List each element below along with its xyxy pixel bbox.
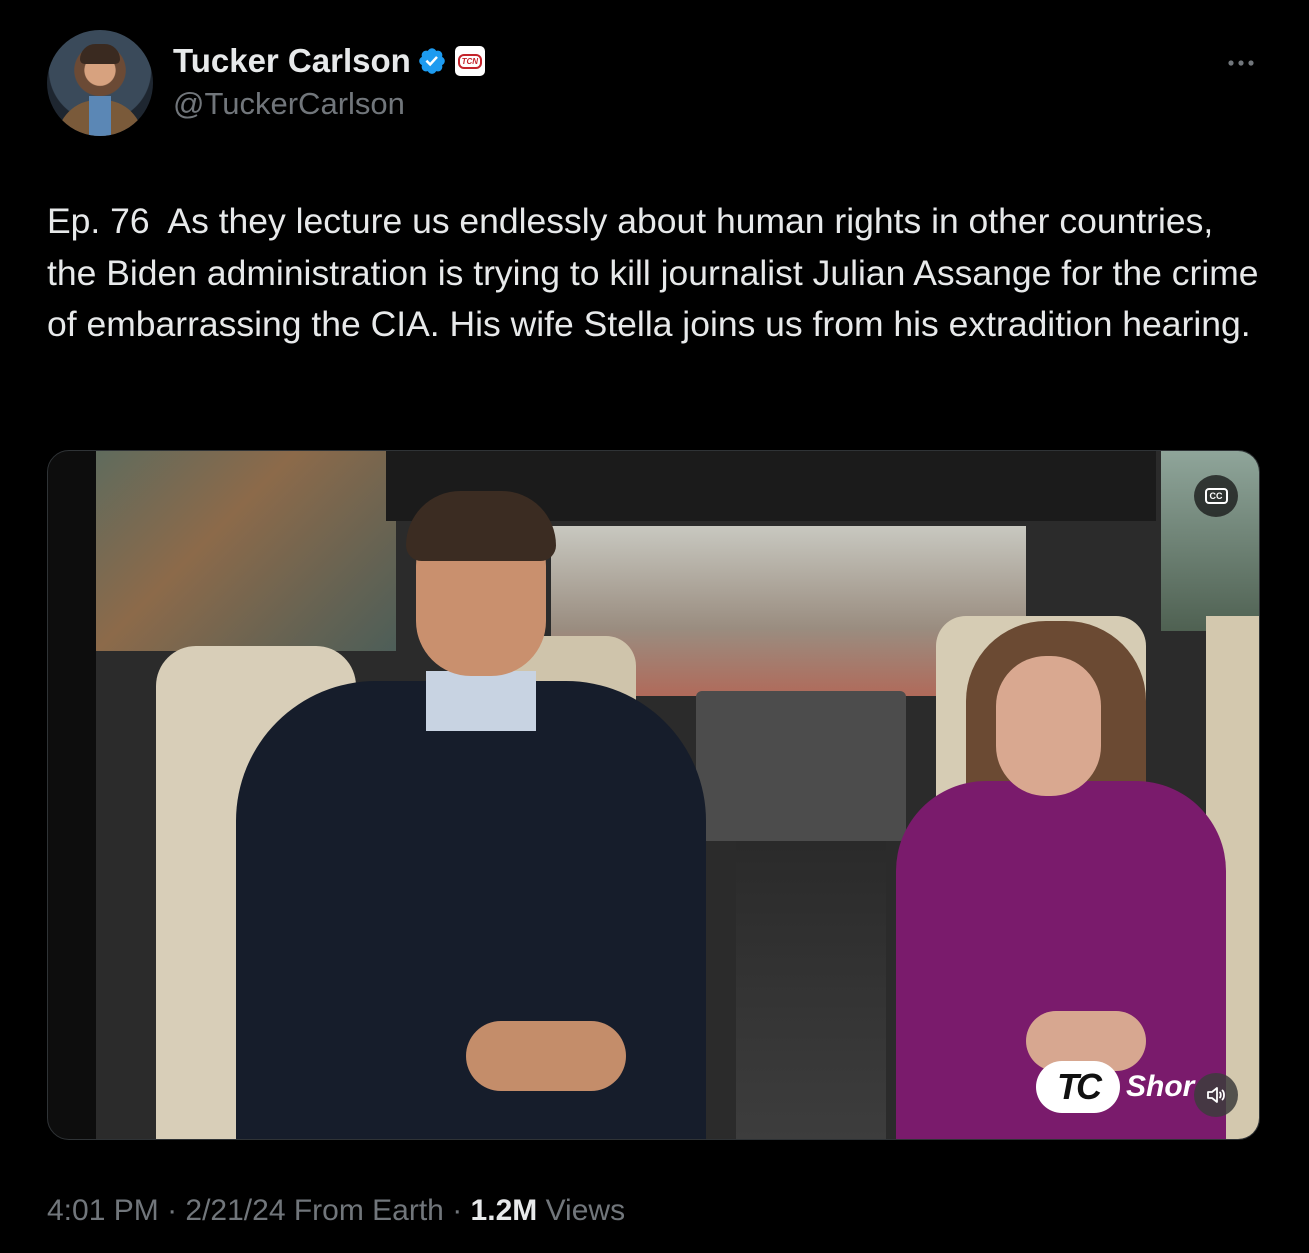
author-name[interactable]: Tucker Carlson [173, 42, 411, 80]
affiliate-badge-text: TCN [457, 53, 483, 69]
views-count[interactable]: 1.2M [471, 1194, 538, 1227]
volume-button[interactable] [1194, 1073, 1238, 1117]
affiliate-badge[interactable]: TCN [454, 46, 485, 76]
views-label: Views [537, 1194, 626, 1227]
tweet-location: From Earth [285, 1194, 444, 1227]
volume-icon [1207, 1087, 1225, 1103]
tweet-date[interactable]: 2/21/24 [185, 1194, 285, 1227]
more-icon[interactable] [1226, 56, 1256, 70]
author-name-row: Tucker Carlson TCN [173, 42, 485, 80]
tweet-text: Ep. 76 As they lecture us endlessly abou… [47, 201, 1269, 344]
tweet-time[interactable]: 4:01 PM [47, 1194, 159, 1227]
author-handle[interactable]: @TuckerCarlson [173, 86, 405, 122]
tweet-meta: 4:01 PM · 2/21/24 From Earth · 1.2M View… [47, 1194, 625, 1228]
avatar-hair [80, 44, 120, 64]
meta-separator: · [443, 1194, 471, 1227]
avatar-shirt [89, 96, 111, 136]
video-frame [96, 451, 1259, 1139]
captions-button[interactable]: CC [1194, 475, 1238, 517]
video-player[interactable]: CC TC Shor [47, 450, 1260, 1140]
cc-icon: CC [1204, 488, 1228, 504]
video-watermark-logo: TC Shor [1036, 1061, 1194, 1113]
meta-separator: · [158, 1194, 186, 1227]
verified-icon [419, 48, 445, 74]
logo-text: Shor [1126, 1070, 1195, 1103]
logo-mark: TC [1036, 1061, 1120, 1113]
avatar[interactable] [47, 30, 153, 136]
